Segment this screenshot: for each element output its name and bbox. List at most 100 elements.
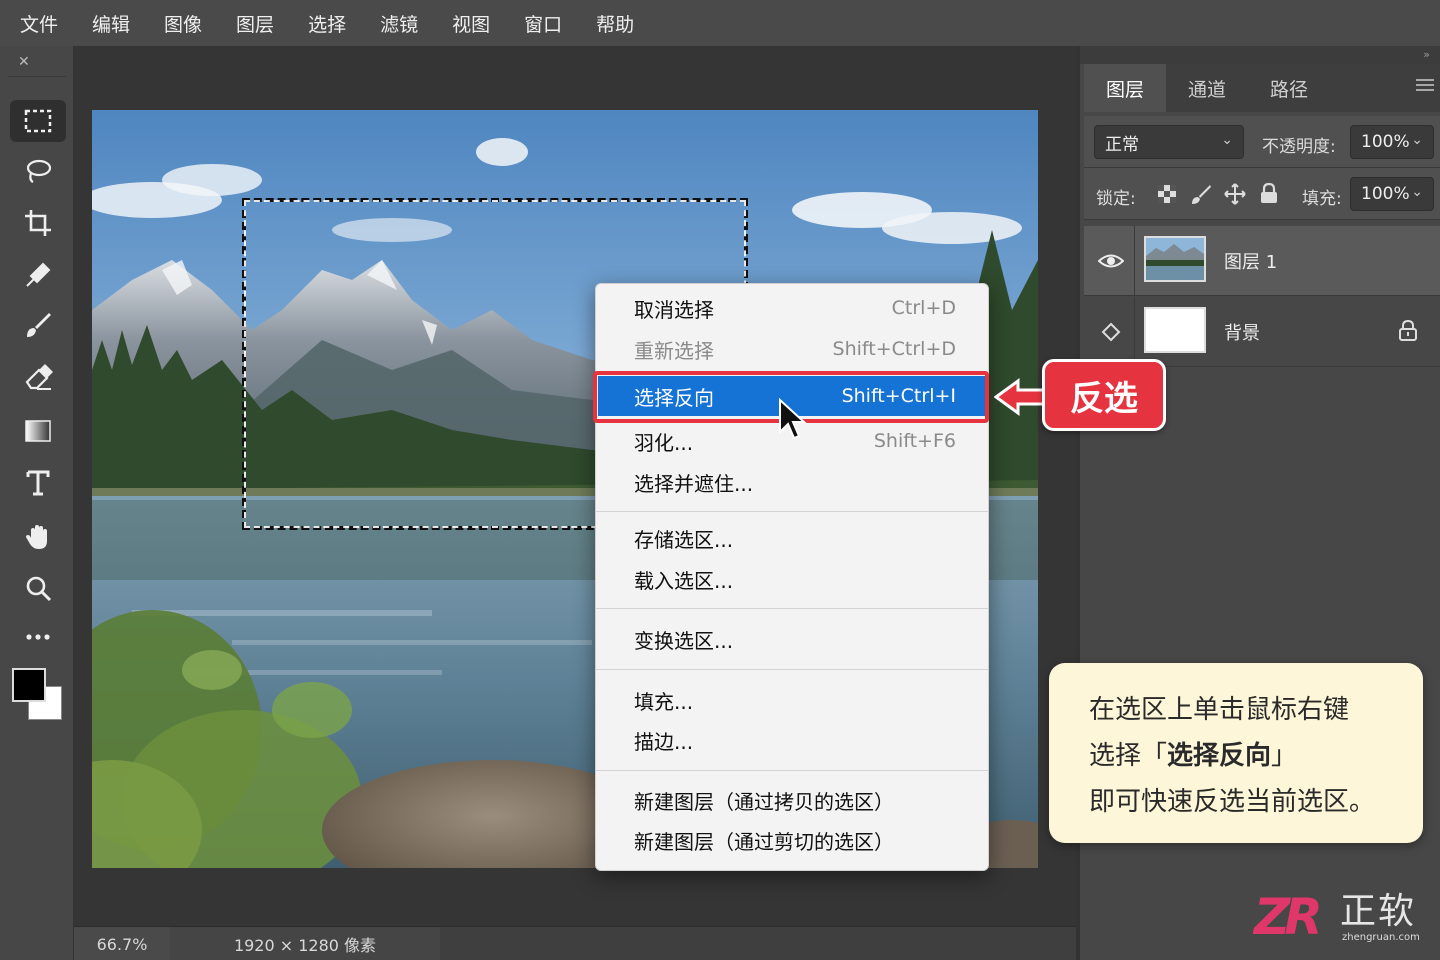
hand-tool[interactable] bbox=[10, 516, 66, 558]
lock-row: 锁定: 填充: 100% ⌄ bbox=[1084, 168, 1440, 220]
layer-divider bbox=[1134, 226, 1135, 296]
site-logo: ZR 正软 zhengruan.com bbox=[1254, 892, 1434, 948]
menu-item-save-selection[interactable]: 存储选区... bbox=[596, 518, 988, 558]
lasso-icon bbox=[26, 159, 52, 183]
blend-mode-value: 正常 bbox=[1105, 134, 1139, 155]
menu-window[interactable]: 窗口 bbox=[524, 10, 562, 37]
menu-divider bbox=[596, 511, 988, 512]
type-tool[interactable] bbox=[10, 462, 66, 504]
menu-item-label: 重新选择 bbox=[634, 338, 714, 363]
crop-icon bbox=[25, 210, 51, 236]
lock-image-pixels-icon[interactable] bbox=[1190, 183, 1212, 205]
menu-edit[interactable]: 编辑 bbox=[92, 10, 130, 37]
fill-label: 填充: bbox=[1302, 189, 1342, 209]
crop-tool[interactable] bbox=[10, 202, 66, 244]
logo-url: zhengruan.com bbox=[1342, 932, 1420, 943]
expand-panels-icon[interactable]: » bbox=[1423, 48, 1430, 61]
rectangular-marquee-icon bbox=[24, 109, 52, 133]
menu-item-label: 填充... bbox=[634, 689, 694, 714]
visibility-toggle-icon[interactable] bbox=[1098, 319, 1124, 345]
menu-item-shortcut: Shift+F6 bbox=[873, 430, 956, 452]
eraser-tool[interactable] bbox=[10, 356, 66, 398]
zoom-icon bbox=[26, 576, 52, 602]
menu-item-label: 存储选区... bbox=[634, 527, 734, 552]
panel-menu-icon[interactable] bbox=[1416, 78, 1434, 92]
opacity-field[interactable]: 100% ⌄ bbox=[1350, 125, 1434, 159]
tip-line-2-emphasis: 选择反向 bbox=[1167, 741, 1272, 771]
chevron-down-icon: ⌄ bbox=[1411, 132, 1423, 148]
rectangular-marquee-tool[interactable] bbox=[10, 100, 66, 142]
menu-divider bbox=[596, 608, 988, 609]
lock-all-icon[interactable] bbox=[1258, 182, 1280, 204]
menu-item-shortcut: Shift+Ctrl+D bbox=[832, 338, 956, 360]
menu-item-deselect[interactable]: 取消选择 Ctrl+D bbox=[596, 288, 988, 328]
blend-row: 正常 ⌄ 不透明度: 100% ⌄ bbox=[1084, 116, 1440, 168]
tab-channels[interactable]: 通道 bbox=[1166, 64, 1248, 112]
menu-item-layer-via-cut[interactable]: 新建图层（通过剪切的选区） bbox=[596, 820, 988, 860]
callout-arrow-icon bbox=[994, 378, 1046, 416]
menu-layer[interactable]: 图层 bbox=[236, 10, 274, 37]
menu-item-label: 新建图层（通过拷贝的选区） bbox=[634, 789, 894, 814]
menu-item-stroke[interactable]: 描边... bbox=[596, 720, 988, 760]
tools-panel: ✕ bbox=[0, 46, 74, 960]
menu-select[interactable]: 选择 bbox=[308, 10, 346, 37]
layer-thumbnail bbox=[1144, 307, 1206, 353]
foreground-color-swatch[interactable] bbox=[12, 668, 46, 702]
menu-item-fill[interactable]: 填充... bbox=[596, 680, 988, 720]
layer-name[interactable]: 背景 bbox=[1224, 319, 1260, 345]
type-icon bbox=[26, 470, 50, 496]
menu-item-transform-selection[interactable]: 变换选区... bbox=[596, 619, 988, 659]
mouse-cursor-icon bbox=[779, 398, 807, 440]
zoom-tool[interactable] bbox=[10, 568, 66, 610]
document-dimensions: 1920 × 1280 像素 bbox=[170, 927, 440, 960]
opacity-value: 100% bbox=[1361, 132, 1410, 152]
menu-item-label: 载入选区... bbox=[634, 568, 734, 593]
lock-transparent-pixels-icon[interactable] bbox=[1156, 183, 1178, 205]
tab-layers[interactable]: 图层 bbox=[1084, 64, 1166, 112]
collapse-toolbar-icon[interactable]: ✕ bbox=[18, 54, 30, 70]
tip-box: 在选区上单击鼠标右键 选择「选择反向」 即可快速反选当前选区。 bbox=[1049, 663, 1423, 843]
fill-field[interactable]: 100% ⌄ bbox=[1350, 177, 1434, 211]
tip-line-2-prefix: 选择「 bbox=[1089, 741, 1168, 771]
menu-view[interactable]: 视图 bbox=[452, 10, 490, 37]
menu-item-label: 新建图层（通过剪切的选区） bbox=[634, 829, 894, 854]
panel-tabs: 图层 通道 路径 bbox=[1084, 64, 1440, 112]
lock-position-icon[interactable] bbox=[1224, 183, 1246, 205]
menu-item-layer-via-copy[interactable]: 新建图层（通过拷贝的选区） bbox=[596, 780, 988, 820]
menu-item-load-selection[interactable]: 载入选区... bbox=[596, 559, 988, 599]
opacity-label: 不透明度: bbox=[1262, 137, 1336, 157]
tip-line-2: 选择「选择反向」 bbox=[1089, 733, 1403, 779]
menu-item-reselect[interactable]: 重新选择 Shift+Ctrl+D bbox=[596, 329, 988, 369]
fill-value: 100% bbox=[1361, 184, 1410, 204]
menu-help[interactable]: 帮助 bbox=[596, 10, 634, 37]
menu-filter[interactable]: 滤镜 bbox=[380, 10, 418, 37]
chevron-down-icon: ⌄ bbox=[1221, 132, 1233, 148]
tab-paths[interactable]: 路径 bbox=[1248, 64, 1330, 112]
layer-thumbnail bbox=[1144, 236, 1206, 282]
tip-line-3: 即可快速反选当前选区。 bbox=[1089, 787, 1376, 817]
layer-row-layer-1[interactable]: 图层 1 bbox=[1084, 226, 1440, 296]
menu-item-label: 取消选择 bbox=[634, 297, 714, 322]
menu-item-select-and-mask[interactable]: 选择并遮住... bbox=[596, 462, 988, 502]
gradient-tool[interactable] bbox=[10, 410, 66, 452]
layer-name[interactable]: 图层 1 bbox=[1224, 248, 1277, 274]
chevron-down-icon: ⌄ bbox=[1411, 184, 1423, 200]
selection-context-menu: 取消选择 Ctrl+D 重新选择 Shift+Ctrl+D 选择反向 Shift… bbox=[593, 283, 989, 871]
layer-row-background[interactable]: 背景 bbox=[1084, 297, 1440, 367]
blend-mode-select[interactable]: 正常 ⌄ bbox=[1094, 125, 1244, 159]
brush-tool[interactable] bbox=[10, 304, 66, 346]
menu-item-label: 变换选区... bbox=[634, 628, 734, 653]
zoom-level[interactable]: 66.7% bbox=[74, 927, 170, 960]
tip-line-2-suffix: 」 bbox=[1271, 741, 1298, 771]
menu-image[interactable]: 图像 bbox=[164, 10, 202, 37]
eyedropper-tool[interactable] bbox=[10, 254, 66, 296]
lock-icon[interactable] bbox=[1398, 319, 1418, 341]
callout-label: 反选 bbox=[1042, 359, 1166, 431]
eyedropper-icon bbox=[26, 262, 51, 287]
eye-visibility-icon[interactable] bbox=[1098, 248, 1124, 274]
menu-file[interactable]: 文件 bbox=[20, 10, 58, 37]
logo-name: 正软 bbox=[1340, 891, 1417, 932]
more-tools[interactable] bbox=[10, 616, 66, 658]
lasso-tool[interactable] bbox=[10, 150, 66, 192]
layer-divider bbox=[1134, 297, 1135, 367]
